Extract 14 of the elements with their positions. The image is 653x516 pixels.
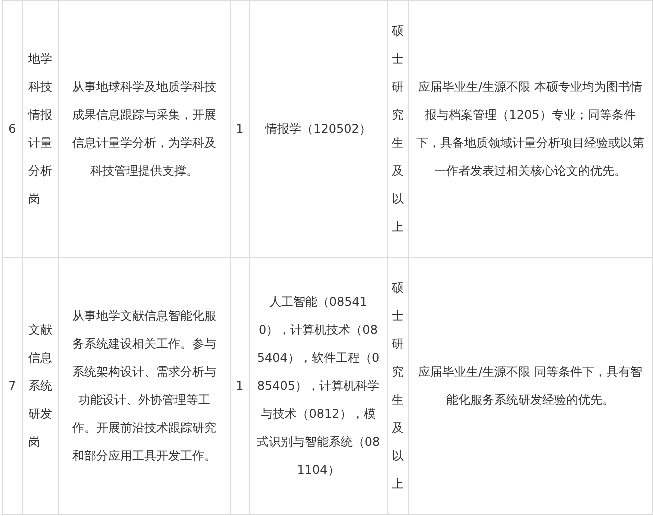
table-cell-text: 地学科技情报计量分析岗 [28,51,52,208]
table-cell-text: 硕士研究生及以上 [392,23,404,236]
table-cell: 6 [2,0,22,258]
table-cell: 从事地球科学及地质学科技成果信息跟踪与采集，开展信息计量学分析，为学科及科技管理提供支撑。 [58,0,230,258]
table-cell: 1 [230,258,250,514]
table-cell-text: 文献信息系统研发岗 [28,322,52,451]
table-cell: 人工智能（085410），计算机技术（085404），软件工程（085405），计算机科学与技术（0812），模式识别与智能系统（081104） [250,258,388,514]
table-cell: 应届毕业生/生源不限 同等条件下，具有智能化服务系统研发经验的优先。 [408,258,652,514]
table-cell-text: 硕士研究生及以上 [392,280,404,493]
table-cell: 7 [2,258,22,514]
table-cell: 应届毕业生/生源不限 本硕专业均为图书情报与档案管理（1205）专业；同等条件下，具备地质领域计量分析项目经验或以第一作者发表过相关核心论文的优先。 [408,0,652,258]
table-cell: 情报学（120502） [250,0,388,258]
table-cell: 1 [230,0,250,258]
table-cell: 从事地学文献信息智能化服务系统建设相关工作。参与系统架构设计、需求分析与功能设计、外协管理等工作。开展前沿技术跟踪研究和部分应用工具开发工作。 [58,258,230,514]
